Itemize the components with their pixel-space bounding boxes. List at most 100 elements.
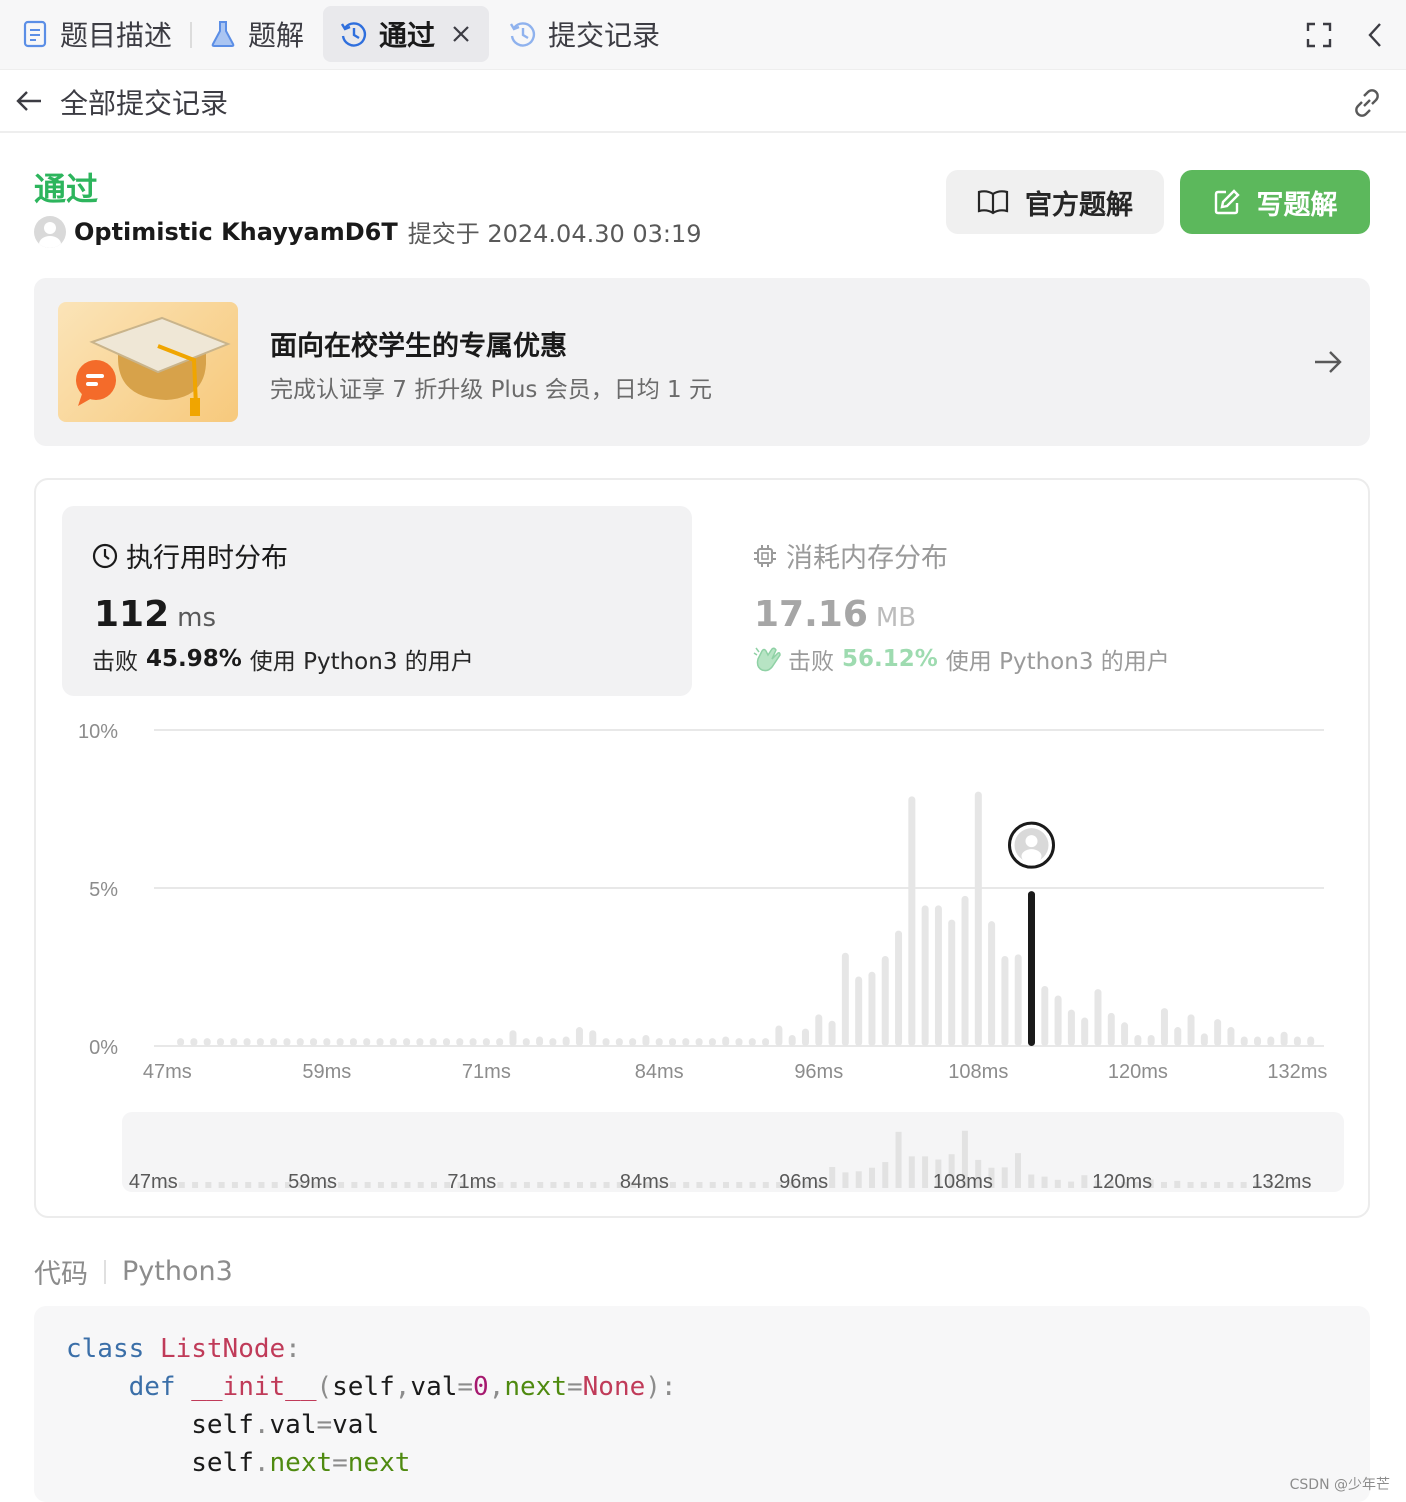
distribution-bar[interactable]	[429, 1038, 437, 1046]
distribution-bar[interactable]	[615, 1038, 623, 1046]
student-promo-banner[interactable]: 面向在校学生的专属优惠 完成认证享 7 折升级 Plus 会员，日均 1 元	[34, 278, 1370, 446]
distribution-bar[interactable]	[1121, 1022, 1129, 1046]
distribution-bar[interactable]	[908, 796, 916, 1046]
distribution-bar[interactable]	[775, 1025, 783, 1046]
distribution-bar[interactable]	[230, 1038, 238, 1046]
distribution-bar[interactable]	[921, 905, 929, 1046]
distribution-bar[interactable]	[1214, 1019, 1222, 1046]
arrow-right-icon[interactable]	[1310, 344, 1346, 380]
distribution-bar[interactable]	[1174, 1027, 1182, 1046]
distribution-bar[interactable]	[256, 1038, 264, 1046]
distribution-bar[interactable]	[934, 905, 942, 1046]
distribution-bar[interactable]	[748, 1038, 756, 1046]
all-submissions-link[interactable]: 全部提交记录	[60, 82, 228, 122]
distribution-bar[interactable]	[682, 1038, 690, 1046]
distribution-bar[interactable]	[270, 1038, 278, 1046]
distribution-bar[interactable]	[695, 1038, 703, 1046]
distribution-bar[interactable]	[1081, 1017, 1089, 1046]
official-solution-button[interactable]: 官方题解	[946, 170, 1164, 234]
runtime-distribution-chart[interactable]: 10% 5% 0% 47ms 59ms 71ms 84ms 96ms 108ms 120ms 13…	[34, 478, 1370, 1218]
distribution-bar[interactable]	[1014, 954, 1022, 1046]
distribution-bar[interactable]	[389, 1038, 397, 1046]
distribution-bar[interactable]	[323, 1038, 331, 1046]
distribution-bar[interactable]	[310, 1038, 318, 1046]
distribution-bar[interactable]	[655, 1038, 663, 1046]
distribution-bar[interactable]	[895, 930, 903, 1046]
avatar[interactable]	[34, 215, 66, 248]
distribution-bar[interactable]	[243, 1038, 251, 1046]
distribution-bar[interactable]	[881, 955, 889, 1046]
distribution-bar[interactable]	[216, 1038, 224, 1046]
distribution-bar[interactable]	[1001, 955, 1009, 1046]
tab-description[interactable]: 题目描述	[20, 6, 172, 62]
distribution-bar[interactable]	[482, 1038, 490, 1046]
write-solution-button[interactable]: 写题解	[1180, 170, 1370, 234]
distribution-bar[interactable]	[1147, 1034, 1155, 1046]
distribution-bar[interactable]	[349, 1038, 357, 1046]
distribution-bar[interactable]	[1240, 1036, 1248, 1046]
distribution-bar[interactable]	[815, 1014, 823, 1046]
distribution-bar[interactable]	[1094, 989, 1102, 1046]
link-icon[interactable]	[1348, 84, 1386, 122]
distribution-bar[interactable]	[549, 1038, 557, 1046]
distribution-bar[interactable]	[868, 971, 876, 1046]
fullscreen-icon[interactable]	[1302, 18, 1336, 52]
distribution-bar[interactable]	[190, 1038, 198, 1046]
distribution-bar[interactable]	[602, 1038, 610, 1046]
distribution-bar[interactable]	[1267, 1036, 1275, 1046]
distribution-bar[interactable]	[1107, 1012, 1115, 1046]
distribution-bar[interactable]	[1041, 985, 1049, 1046]
distribution-bar[interactable]	[974, 791, 982, 1046]
distribution-bar[interactable]	[762, 1038, 770, 1046]
close-icon[interactable]	[451, 24, 471, 44]
distribution-bar[interactable]	[1307, 1036, 1315, 1046]
chevron-left-icon[interactable]	[1358, 18, 1392, 52]
distribution-bar[interactable]	[443, 1038, 450, 1046]
code-block[interactable]: class ListNode: def __init__(self,val=0,…	[34, 1306, 1370, 1502]
distribution-bar[interactable]	[203, 1038, 211, 1046]
distribution-bar[interactable]	[363, 1038, 371, 1046]
distribution-bar[interactable]	[629, 1038, 637, 1046]
distribution-bar[interactable]	[536, 1036, 544, 1046]
distribution-bar[interactable]	[562, 1036, 570, 1046]
distribution-bar[interactable]	[177, 1038, 185, 1046]
distribution-bar[interactable]	[1280, 1031, 1288, 1046]
distribution-bar[interactable]	[669, 1038, 677, 1046]
distribution-bar[interactable]	[456, 1038, 464, 1046]
distribution-bar[interactable]	[336, 1038, 344, 1046]
distribution-bar[interactable]	[1134, 1034, 1142, 1046]
distribution-bar[interactable]	[496, 1038, 504, 1046]
distribution-bar[interactable]	[642, 1034, 650, 1046]
distribution-bar[interactable]	[1293, 1036, 1301, 1046]
distribution-bar[interactable]	[708, 1038, 716, 1046]
distribution-bar[interactable]	[961, 895, 969, 1046]
distribution-bar[interactable]	[403, 1038, 411, 1046]
distribution-bar[interactable]	[589, 1030, 597, 1046]
distribution-bar[interactable]	[1187, 1014, 1195, 1046]
username[interactable]: Optimistic KhayyamD6T	[74, 218, 398, 246]
distribution-bar[interactable]	[1160, 1008, 1168, 1046]
distribution-bar[interactable]	[296, 1038, 304, 1046]
distribution-bar[interactable]	[828, 1020, 836, 1046]
distribution-bar[interactable]	[948, 919, 956, 1046]
distribution-bar[interactable]	[522, 1038, 530, 1046]
distribution-bar[interactable]	[788, 1034, 796, 1046]
back-arrow-icon[interactable]	[12, 84, 46, 118]
distribution-bar[interactable]	[735, 1038, 743, 1046]
distribution-bar[interactable]	[376, 1038, 384, 1046]
highlight-bar[interactable]	[1028, 891, 1035, 1046]
distribution-bar[interactable]	[509, 1030, 517, 1046]
distribution-bar[interactable]	[1227, 1027, 1235, 1046]
distribution-bar[interactable]	[841, 952, 849, 1046]
distribution-bar[interactable]	[469, 1038, 477, 1046]
distribution-bar[interactable]	[283, 1038, 291, 1046]
tab-accepted[interactable]: 通过	[323, 6, 489, 62]
tab-solutions[interactable]: 题解	[208, 6, 304, 62]
distribution-bar[interactable]	[855, 976, 863, 1046]
tab-submissions[interactable]: 提交记录	[508, 6, 660, 62]
distribution-bar[interactable]	[1054, 995, 1062, 1046]
distribution-bar[interactable]	[722, 1036, 730, 1046]
distribution-bar[interactable]	[1254, 1036, 1262, 1046]
distribution-bar[interactable]	[416, 1038, 424, 1046]
distribution-bar[interactable]	[1067, 1009, 1075, 1046]
